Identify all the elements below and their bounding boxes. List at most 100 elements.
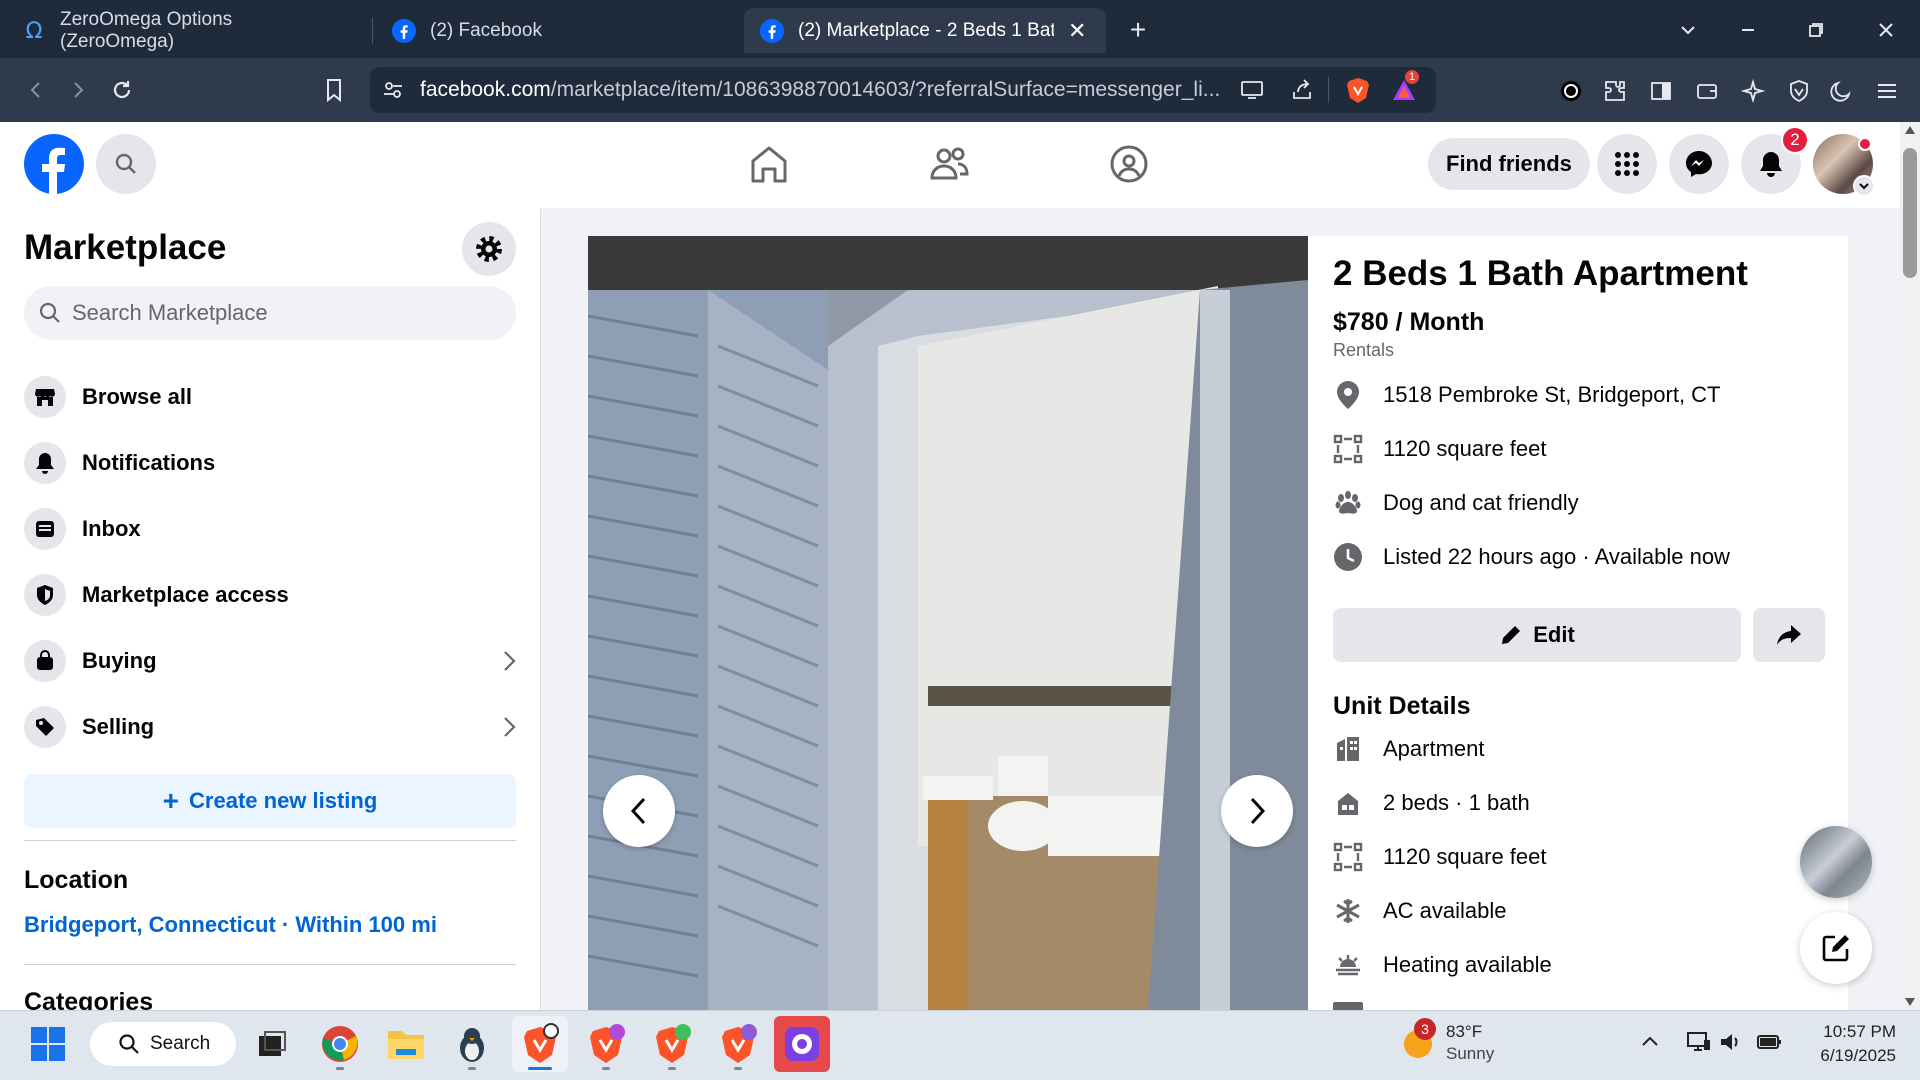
- address-bar[interactable]: facebook.com/marketplace/item/1086398870…: [370, 67, 1436, 113]
- tray-chevron-up-icon[interactable]: [1640, 1032, 1660, 1052]
- taskbar-file-explorer[interactable]: [378, 1016, 434, 1072]
- sidebar-item-marketplace-access[interactable]: Marketplace access: [24, 570, 289, 620]
- search-button[interactable]: [96, 134, 156, 194]
- theme-icon[interactable]: [1826, 76, 1856, 106]
- friends-nav-icon[interactable]: [926, 144, 972, 184]
- back-arrow-icon[interactable]: [20, 74, 52, 106]
- start-button[interactable]: [20, 1016, 76, 1072]
- record-icon[interactable]: [1556, 76, 1586, 106]
- task-view-button[interactable]: [244, 1016, 300, 1072]
- storefront-icon: [24, 376, 66, 418]
- location-heading: Location: [24, 866, 129, 894]
- scrollbar-thumb[interactable]: [1903, 148, 1917, 278]
- bookmark-icon[interactable]: [318, 74, 350, 106]
- sidebar-item-notifications[interactable]: Notifications: [24, 438, 215, 488]
- edit-button[interactable]: Edit: [1333, 608, 1741, 662]
- listing-price: $780 / Month: [1333, 308, 1485, 336]
- minimize-icon[interactable]: [1732, 14, 1764, 46]
- taskbar-chrome[interactable]: [312, 1016, 368, 1072]
- window-close-icon[interactable]: [1870, 14, 1902, 46]
- clock[interactable]: 10:57 PM 6/19/2025: [1800, 1020, 1896, 1068]
- messenger-button[interactable]: [1669, 134, 1729, 194]
- tab-marketplace[interactable]: (2) Marketplace - 2 Beds 1 Bath / ✕: [744, 8, 1106, 53]
- create-listing-label: Create new listing: [189, 788, 378, 813]
- share-arrow-icon: [1775, 623, 1803, 647]
- extensions-icon[interactable]: [1600, 76, 1630, 106]
- battery-icon[interactable]: [1756, 1030, 1784, 1054]
- facebook-logo-icon[interactable]: [24, 134, 84, 194]
- network-icon[interactable]: [1686, 1030, 1712, 1054]
- page-scrollbar[interactable]: [1900, 122, 1920, 1010]
- sidebar-item-label: Selling: [82, 714, 155, 739]
- create-new-listing-button[interactable]: + Create new listing: [24, 774, 516, 828]
- next-photo-button[interactable]: [1221, 775, 1293, 847]
- running-indicator: [336, 1067, 344, 1070]
- notification-count-badge: 2: [1781, 126, 1809, 154]
- penguin-app-icon: [452, 1024, 492, 1064]
- listing-category[interactable]: Rentals: [1333, 340, 1394, 361]
- menu-grid-button[interactable]: [1597, 134, 1657, 194]
- brave-shields-icon[interactable]: [1345, 76, 1371, 104]
- reload-icon[interactable]: [106, 74, 138, 106]
- menu-icon[interactable]: [1872, 76, 1902, 106]
- sidebar-item-browse-all[interactable]: Browse all: [24, 372, 192, 422]
- vpn-icon[interactable]: [1784, 76, 1814, 106]
- tab-list-chevron-icon[interactable]: [1672, 14, 1704, 46]
- location-link[interactable]: Bridgeport, Connecticut · Within 100 mi: [24, 912, 437, 938]
- grid-icon: [1614, 151, 1640, 177]
- close-icon[interactable]: ✕: [1068, 18, 1086, 44]
- taskbar-app-penguin[interactable]: [444, 1016, 500, 1072]
- divider: [24, 964, 516, 965]
- taskbar-search[interactable]: Search: [90, 1022, 236, 1066]
- running-indicator: [468, 1067, 476, 1070]
- edit-label: Edit: [1533, 622, 1575, 647]
- groups-nav-icon[interactable]: [1106, 144, 1152, 184]
- site-settings-icon[interactable]: [382, 79, 404, 101]
- bag-icon: [24, 640, 66, 682]
- temperature: 83°F: [1446, 1022, 1483, 1041]
- sidebar-item-buying[interactable]: Buying: [24, 636, 516, 686]
- brave-icon: [520, 1023, 560, 1065]
- messenger-icon: [1684, 149, 1714, 179]
- forward-arrow-icon[interactable]: [62, 74, 94, 106]
- chat-head-avatar[interactable]: [1800, 826, 1872, 898]
- settings-button[interactable]: [462, 222, 516, 276]
- area-icon: [1333, 842, 1363, 872]
- find-friends-button[interactable]: Find friends: [1428, 138, 1590, 190]
- scroll-down-arrow-icon[interactable]: [1905, 998, 1915, 1006]
- clock-icon: [1333, 542, 1363, 572]
- task-view-icon: [257, 1030, 287, 1058]
- home-nav-icon[interactable]: [746, 144, 792, 184]
- sidebar-item-inbox[interactable]: Inbox: [24, 504, 141, 554]
- restore-icon[interactable]: [1800, 14, 1832, 46]
- sidebar-item-selling[interactable]: Selling: [24, 702, 516, 752]
- tab-facebook[interactable]: (2) Facebook: [376, 8, 736, 53]
- sidebar-item-label: Notifications: [82, 450, 216, 475]
- sidebar-icon[interactable]: [1646, 76, 1676, 106]
- wallet-icon[interactable]: [1692, 76, 1722, 106]
- volume-icon[interactable]: [1718, 1030, 1744, 1054]
- taskbar-app-purple[interactable]: [774, 1016, 830, 1072]
- taskbar-brave-profile-4[interactable]: [710, 1016, 766, 1072]
- scroll-up-arrow-icon[interactable]: [1905, 126, 1915, 134]
- leo-ai-icon[interactable]: [1738, 76, 1768, 106]
- taskbar-brave-active[interactable]: [512, 1016, 568, 1072]
- taskbar-brave-profile-2[interactable]: [578, 1016, 634, 1072]
- marketplace-search-input[interactable]: Search Marketplace: [24, 286, 516, 340]
- new-tab-button[interactable]: +: [1122, 14, 1154, 46]
- cast-icon[interactable]: [1240, 79, 1266, 101]
- new-message-button[interactable]: [1800, 912, 1872, 984]
- account-chevron-icon[interactable]: [1853, 175, 1875, 197]
- share-icon[interactable]: [1290, 78, 1314, 102]
- url-text[interactable]: facebook.com/marketplace/item/1086398870…: [420, 78, 1220, 102]
- unit-detail-item: 2 beds · 1 bath: [1333, 788, 1530, 818]
- unit-detail-item: AC available: [1333, 896, 1507, 926]
- brave-rewards-icon[interactable]: 1: [1391, 70, 1420, 102]
- share-button[interactable]: [1753, 608, 1825, 662]
- inbox-icon: [24, 508, 66, 550]
- sidebar-item-label: Buying: [82, 648, 157, 673]
- taskbar-brave-profile-3[interactable]: [644, 1016, 700, 1072]
- chevron-right-icon: [502, 715, 516, 739]
- tab-zeroomega[interactable]: Ω ZeroOmega Options (ZeroOmega): [6, 8, 366, 53]
- previous-photo-button[interactable]: [603, 775, 675, 847]
